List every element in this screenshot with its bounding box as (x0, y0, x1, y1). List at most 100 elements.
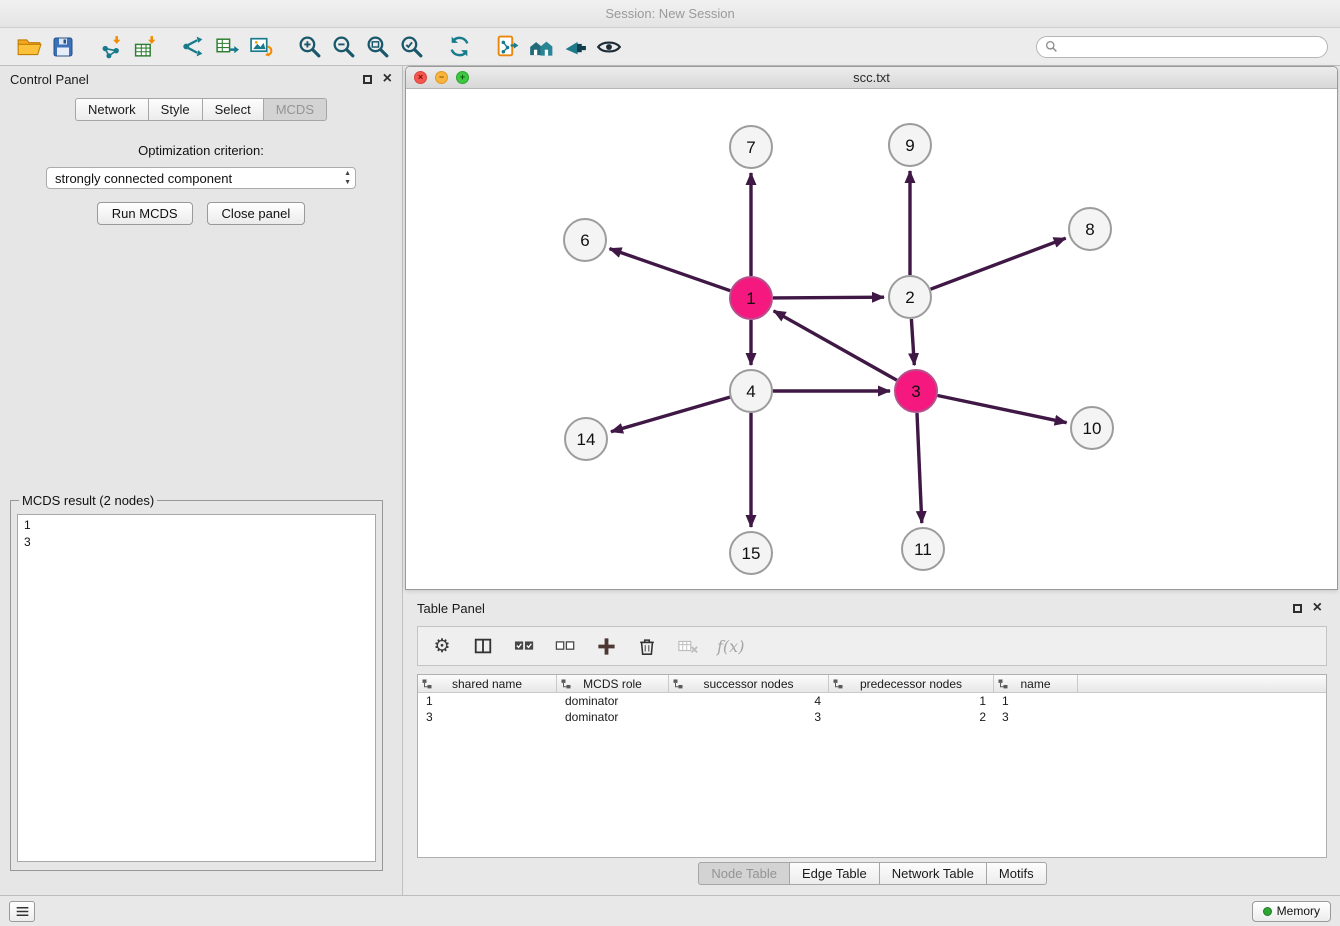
table-row[interactable]: 1dominator411 (418, 693, 1326, 709)
result-item[interactable]: 3 (24, 534, 369, 551)
graph-canvas[interactable]: 7 9 6 8 1 2 4 3 14 10 15 11 (406, 89, 1337, 589)
graph-edge-1-2[interactable] (773, 297, 884, 298)
select-arrows-icon: ▲▼ (344, 169, 351, 187)
column-header-predecessor-nodes[interactable]: predecessor nodes (829, 675, 994, 692)
graph-edge-1-6[interactable] (610, 249, 731, 291)
import-table-button[interactable] (128, 31, 162, 63)
graph-node-11[interactable]: 11 (902, 528, 944, 570)
tab-select[interactable]: Select (202, 98, 264, 121)
window-title: Session: New Session (605, 6, 734, 21)
graph-node-14[interactable]: 14 (565, 418, 607, 460)
table-settings-button[interactable]: ⚙ (430, 634, 454, 658)
graph-edge-2-8[interactable] (931, 238, 1066, 289)
export-image-icon (249, 34, 274, 59)
show-columns-button[interactable] (471, 634, 495, 658)
tab-edge-table[interactable]: Edge Table (789, 862, 880, 885)
svg-text:1: 1 (746, 289, 755, 308)
status-bar: Memory (0, 895, 1340, 926)
function-builder-button[interactable]: f(x) (717, 634, 744, 658)
table-panel-header: Table Panel × (405, 596, 1340, 620)
clone-network-button[interactable] (490, 31, 524, 63)
apply-style-button[interactable] (558, 31, 592, 63)
add-column-button[interactable] (594, 634, 618, 658)
delete-table-button[interactable] (676, 634, 700, 658)
export-network-button[interactable] (176, 31, 210, 63)
result-item[interactable]: 1 (24, 517, 369, 534)
zoom-selected-button[interactable] (394, 31, 428, 63)
zoom-fit-icon (365, 34, 390, 59)
column-header-name[interactable]: name (994, 675, 1078, 692)
column-header-shared-name[interactable]: shared name (418, 675, 557, 692)
show-hide-button[interactable] (592, 31, 626, 63)
close-table-panel-icon[interactable]: × (1313, 600, 1322, 616)
graph-node-7[interactable]: 7 (730, 126, 772, 168)
graph-node-2[interactable]: 2 (889, 276, 931, 318)
zoom-fit-button[interactable] (360, 31, 394, 63)
paint-icon (563, 34, 588, 59)
criterion-select[interactable]: strongly connected component ▲▼ (46, 167, 356, 189)
export-image-button[interactable] (244, 31, 278, 63)
table-header-row: shared nameMCDS rolesuccessor nodesprede… (418, 675, 1326, 693)
open-session-button[interactable] (12, 31, 46, 63)
tab-network-table[interactable]: Network Table (879, 862, 987, 885)
save-session-button[interactable] (46, 31, 80, 63)
float-panel-icon[interactable] (363, 75, 372, 84)
tab-mcds[interactable]: MCDS (263, 98, 327, 121)
gear-icon: ⚙ (433, 637, 450, 656)
unselect-all-button[interactable] (553, 634, 577, 658)
memory-button[interactable]: Memory (1252, 901, 1331, 922)
criterion-value: strongly connected component (55, 171, 232, 186)
zoom-in-button[interactable] (292, 31, 326, 63)
tab-style[interactable]: Style (148, 98, 203, 121)
graph-node-9[interactable]: 9 (889, 124, 931, 166)
graph-edge-2-3[interactable] (911, 319, 914, 365)
tab-node-table[interactable]: Node Table (698, 862, 790, 885)
search-box[interactable] (1036, 36, 1328, 58)
graph-edge-3-10[interactable] (938, 396, 1067, 423)
export-table-button[interactable] (210, 31, 244, 63)
graph-node-8[interactable]: 8 (1069, 208, 1111, 250)
import-network-button[interactable] (94, 31, 128, 63)
refresh-view-button[interactable] (442, 31, 476, 63)
control-panel-header: Control Panel × (0, 66, 402, 92)
graph-node-15[interactable]: 15 (730, 532, 772, 574)
column-header-successor-nodes[interactable]: successor nodes (669, 675, 829, 692)
svg-text:3: 3 (911, 382, 920, 401)
table-row[interactable]: 3dominator323 (418, 709, 1326, 725)
graph-node-1[interactable]: 1 (730, 277, 772, 319)
mcds-result-list[interactable]: 13 (17, 514, 376, 862)
tab-motifs[interactable]: Motifs (986, 862, 1047, 885)
table-panel-title: Table Panel (417, 601, 485, 616)
close-panel-button[interactable]: Close panel (207, 202, 306, 225)
zoom-out-button[interactable] (326, 31, 360, 63)
column-type-icon (833, 679, 843, 689)
graph-node-10[interactable]: 10 (1071, 407, 1113, 449)
search-input[interactable] (1058, 40, 1319, 54)
table-cell: 1 (829, 693, 994, 709)
svg-text:4: 4 (746, 382, 755, 401)
tab-network[interactable]: Network (75, 98, 149, 121)
column-type-icon (561, 679, 571, 689)
control-panel-title: Control Panel (10, 72, 89, 87)
select-all-button[interactable] (512, 634, 536, 658)
graph-node-4[interactable]: 4 (730, 370, 772, 412)
minimize-window-button[interactable]: − (435, 71, 448, 84)
table-cell: 3 (418, 709, 557, 725)
graph-edge-3-1[interactable] (774, 311, 897, 380)
column-header-MCDS-role[interactable]: MCDS role (557, 675, 669, 692)
graph-node-6[interactable]: 6 (564, 219, 606, 261)
graph-node-3[interactable]: 3 (895, 370, 937, 412)
first-neighbors-button[interactable] (524, 31, 558, 63)
table-cell: dominator (557, 709, 669, 725)
close-window-button[interactable]: × (414, 71, 427, 84)
float-table-panel-icon[interactable] (1293, 604, 1302, 613)
graph-edge-4-14[interactable] (611, 397, 730, 432)
zoom-window-button[interactable]: + (456, 71, 469, 84)
graph-edge-3-11[interactable] (917, 413, 922, 523)
run-mcds-button[interactable]: Run MCDS (97, 202, 193, 225)
memory-label: Memory (1277, 904, 1320, 918)
show-panel-button[interactable] (9, 901, 35, 922)
close-panel-icon[interactable]: × (383, 71, 392, 87)
table-cell: 4 (669, 693, 829, 709)
delete-column-button[interactable] (635, 634, 659, 658)
